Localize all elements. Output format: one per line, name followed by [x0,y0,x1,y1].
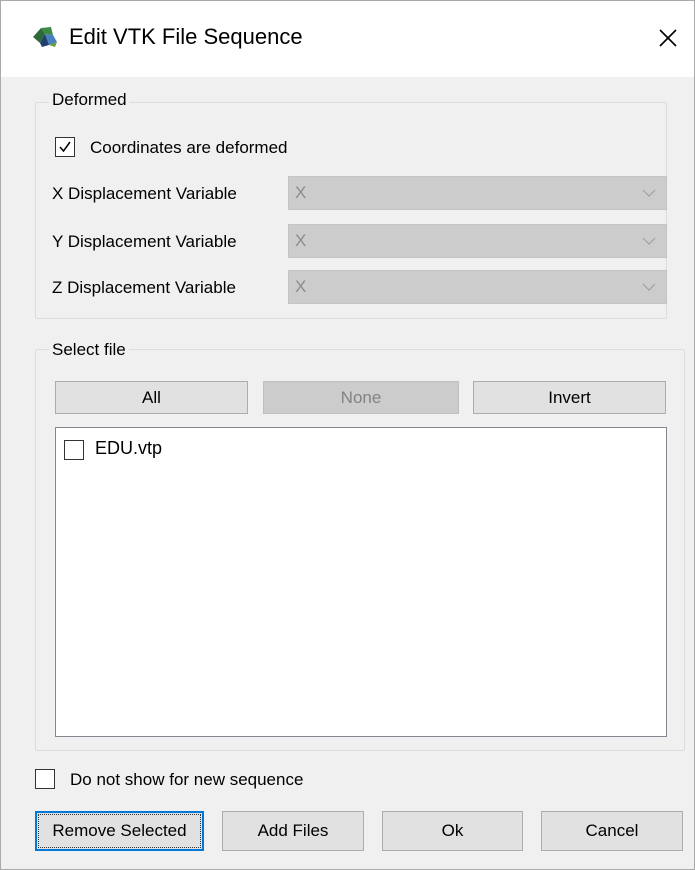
window-title: Edit VTK File Sequence [69,24,303,49]
select-file-group-title: Select file [49,340,129,360]
y-displacement-value: X [295,231,307,250]
z-displacement-value: X [295,277,307,296]
z-displacement-select[interactable]: X [288,270,667,304]
title-bar: Edit VTK File Sequence [1,1,694,77]
invert-selection-button[interactable]: Invert [473,381,666,414]
x-displacement-value: X [295,183,307,202]
select-all-button[interactable]: All [55,381,248,414]
z-displacement-label: Z Displacement Variable [52,278,236,297]
do-not-show-label: Do not show for new sequence [70,770,304,789]
close-button[interactable] [651,21,685,55]
remove-selected-button[interactable]: Remove Selected [35,811,204,851]
file-list[interactable]: EDU.vtp [55,427,667,737]
coordinates-deformed-label: Coordinates are deformed [90,138,288,157]
x-displacement-label: X Displacement Variable [52,184,237,203]
cancel-button[interactable]: Cancel [541,811,683,851]
chevron-down-icon [642,283,656,291]
ok-button[interactable]: Ok [382,811,523,851]
checkmark-icon [59,141,71,153]
y-displacement-select[interactable]: X [288,224,667,258]
file-checkbox[interactable] [64,440,84,460]
y-displacement-label: Y Displacement Variable [52,232,237,251]
select-none-button[interactable]: None [263,381,459,414]
do-not-show-checkbox[interactable] [35,769,55,789]
x-displacement-select[interactable]: X [288,176,667,210]
chevron-down-icon [642,189,656,197]
vtk-app-icon [31,25,59,49]
file-name: EDU.vtp [95,438,163,458]
chevron-down-icon [642,237,656,245]
add-files-button[interactable]: Add Files [222,811,364,851]
list-item[interactable]: EDU.vtp [64,438,364,464]
close-icon [659,29,677,47]
deformed-group-title: Deformed [49,90,130,110]
edit-vtk-file-sequence-dialog: Edit VTK File Sequence Deformed Coordina… [0,0,695,870]
coordinates-deformed-checkbox[interactable] [55,137,75,157]
